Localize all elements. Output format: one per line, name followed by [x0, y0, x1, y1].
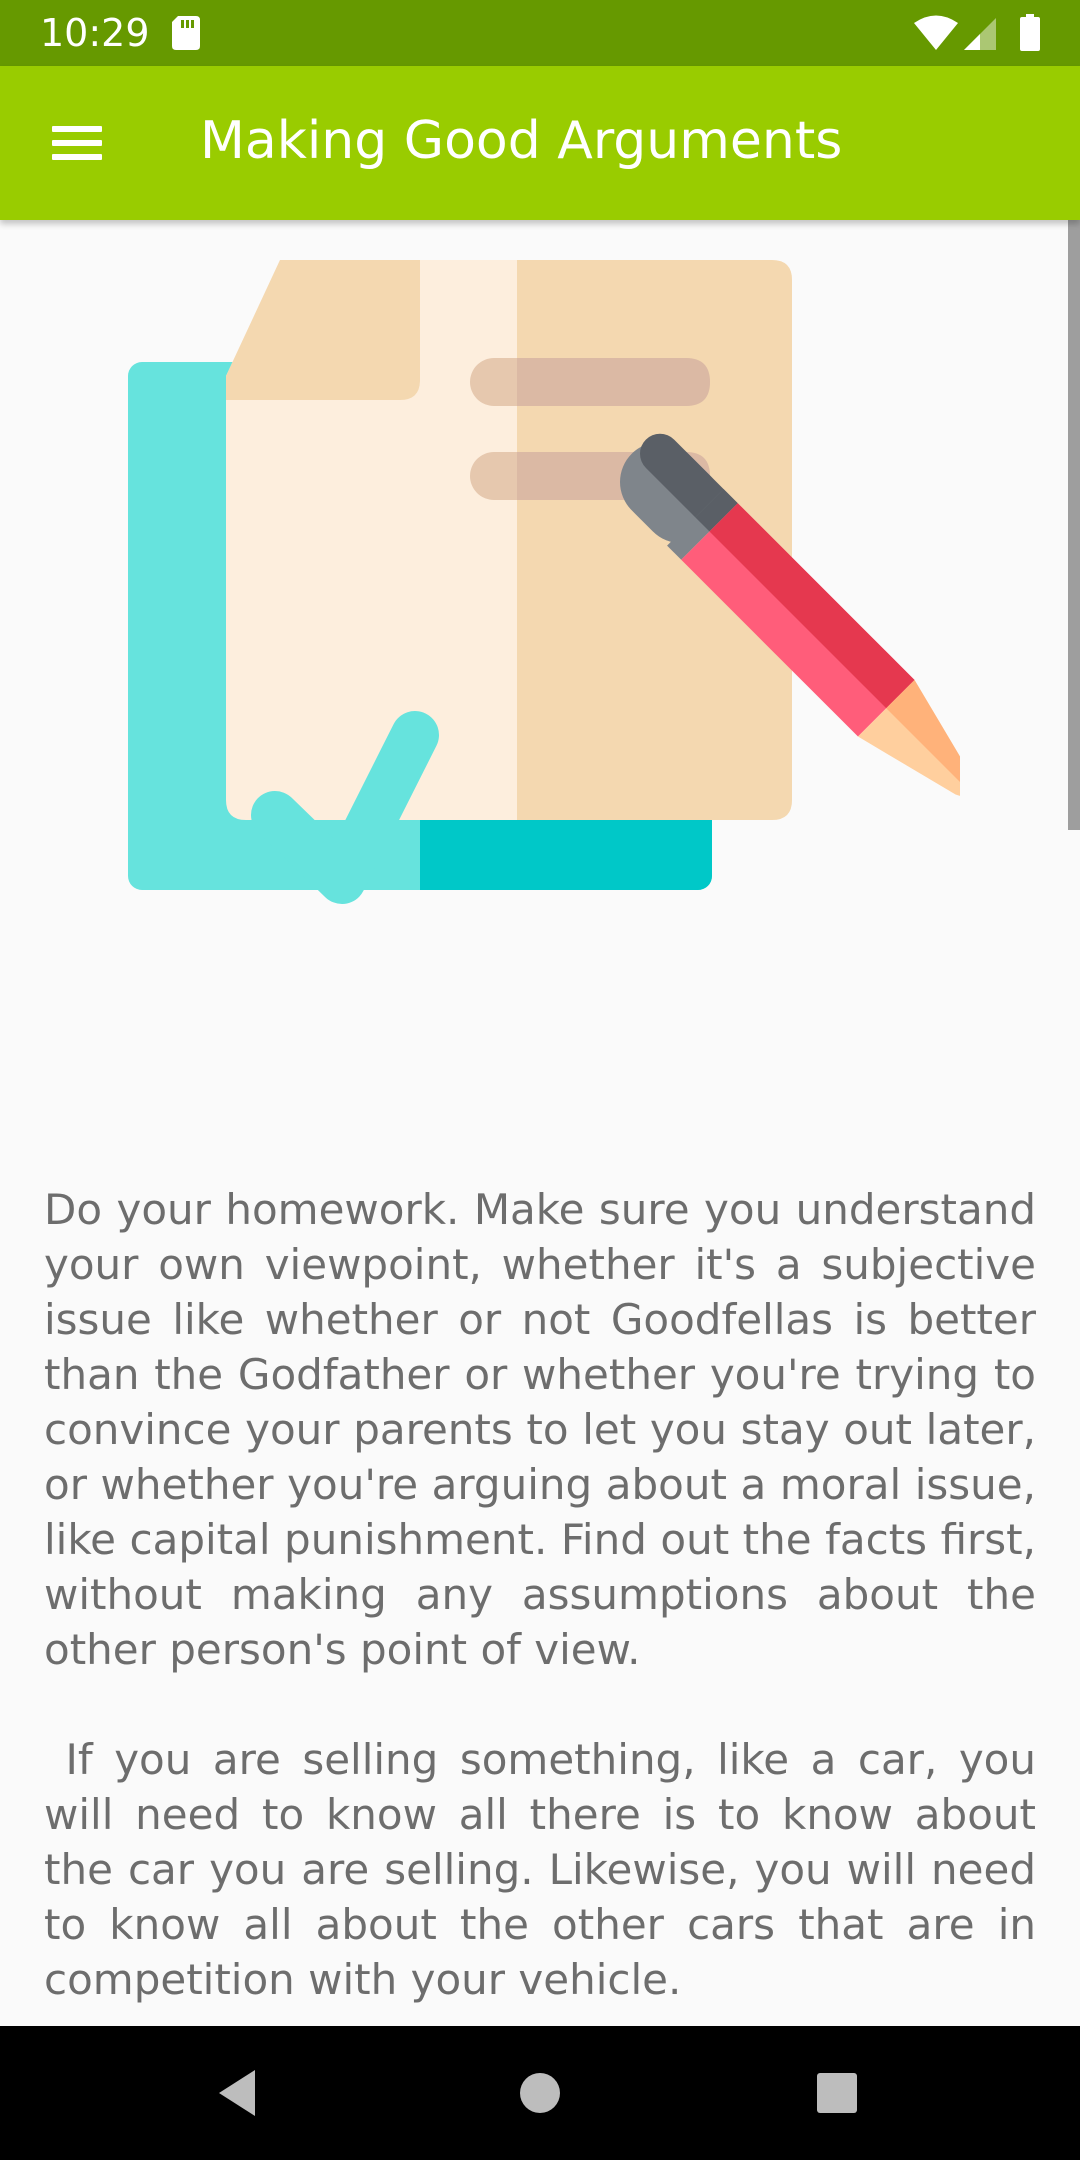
content-scroll-area[interactable]: Do your homework. Make sure you understa… [0, 220, 1080, 2026]
article-body: Do your homework. Make sure you understa… [44, 1182, 1036, 2026]
article-paragraph: If you are selling something, like a car… [44, 1735, 1050, 2004]
recents-icon[interactable] [802, 2058, 872, 2128]
navigation-bar [0, 2026, 1080, 2160]
status-time: 10:29 [40, 11, 150, 55]
scrollbar[interactable] [1068, 220, 1080, 830]
menu-button[interactable] [36, 102, 118, 184]
menu-icon-line [52, 126, 102, 132]
menu-icon-line [52, 140, 102, 146]
battery-icon [1020, 14, 1040, 51]
paper-fold [226, 260, 420, 400]
article-paragraph: Do your homework. Make sure you understa… [44, 1185, 1036, 1674]
status-bar: 10:29 [0, 0, 1080, 66]
home-icon[interactable] [505, 2058, 575, 2128]
status-icons [914, 14, 1040, 51]
back-icon[interactable] [205, 2058, 275, 2128]
wifi-icon [914, 15, 958, 50]
cell-signal-icon [964, 18, 996, 50]
page-title: Making Good Arguments [200, 111, 843, 171]
app-bar: Making Good Arguments [0, 66, 1080, 220]
menu-icon-line [52, 154, 102, 160]
sd-card-icon [172, 16, 200, 50]
document-checklist-pencil-illustration [128, 260, 960, 904]
